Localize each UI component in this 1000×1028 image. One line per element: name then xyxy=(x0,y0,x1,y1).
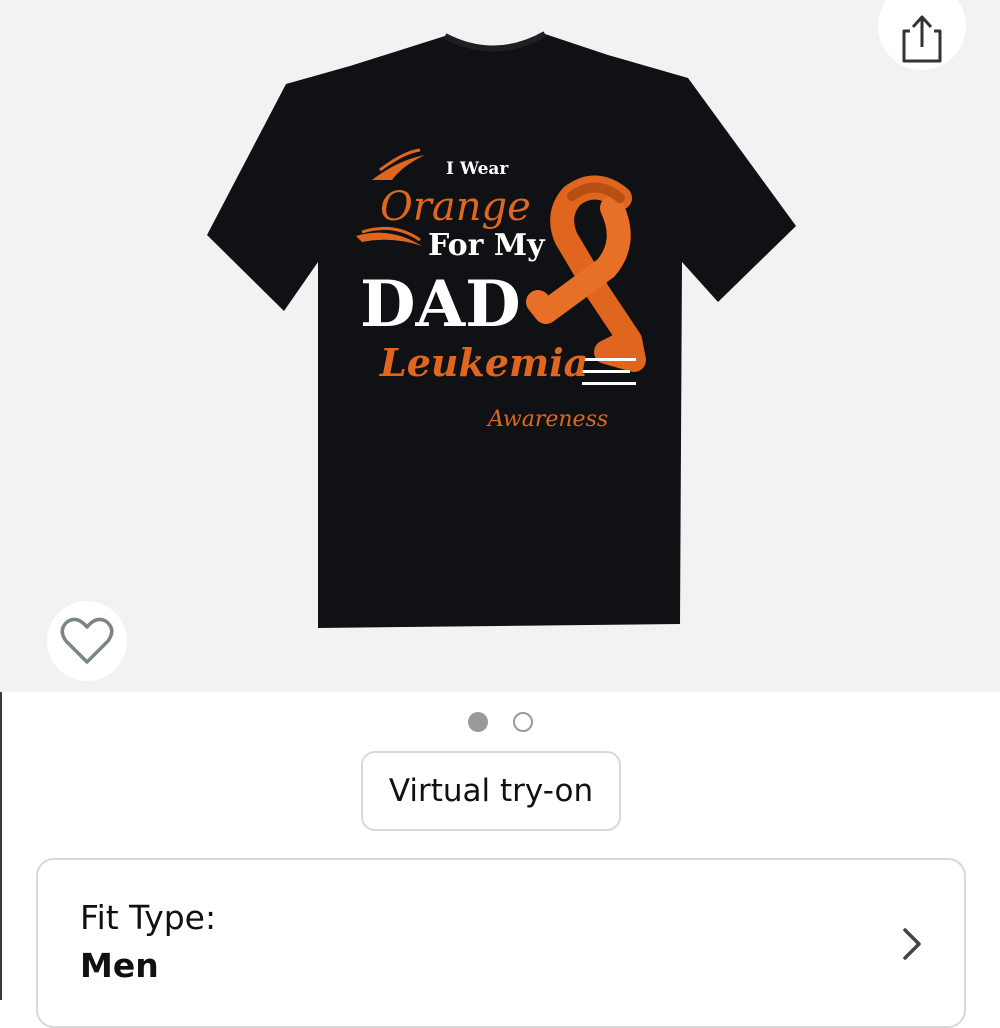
heart-outline-icon xyxy=(60,617,114,664)
shirt-text-i-wear: I Wear xyxy=(446,159,509,179)
share-icon xyxy=(902,15,942,63)
carousel-indicators xyxy=(0,712,1000,734)
fit-type-label: Fit Type: xyxy=(80,898,217,937)
shirt-text-for-my: For My xyxy=(428,228,546,263)
add-to-wishlist-button[interactable] xyxy=(47,601,127,681)
product-image[interactable]: I Wear Orange For My DAD Leukemia Awaren… xyxy=(0,0,1000,692)
fit-type-value: Men xyxy=(80,946,159,985)
product-image-gallery[interactable]: I Wear Orange For My DAD Leukemia Awaren… xyxy=(0,0,1000,692)
shirt-text-leukemia: Leukemia xyxy=(379,340,588,385)
fit-type-selector[interactable]: Fit Type: Men xyxy=(36,858,966,1028)
virtual-try-on-button[interactable]: Virtual try-on xyxy=(361,751,621,831)
shirt-text-dad: DAD xyxy=(360,267,521,342)
chevron-right-icon xyxy=(903,928,921,960)
carousel-dot[interactable] xyxy=(513,712,533,732)
carousel-dot-active[interactable] xyxy=(468,712,488,732)
shirt-text-orange: Orange xyxy=(380,184,531,230)
shirt-text-awareness: Awareness xyxy=(486,407,608,432)
